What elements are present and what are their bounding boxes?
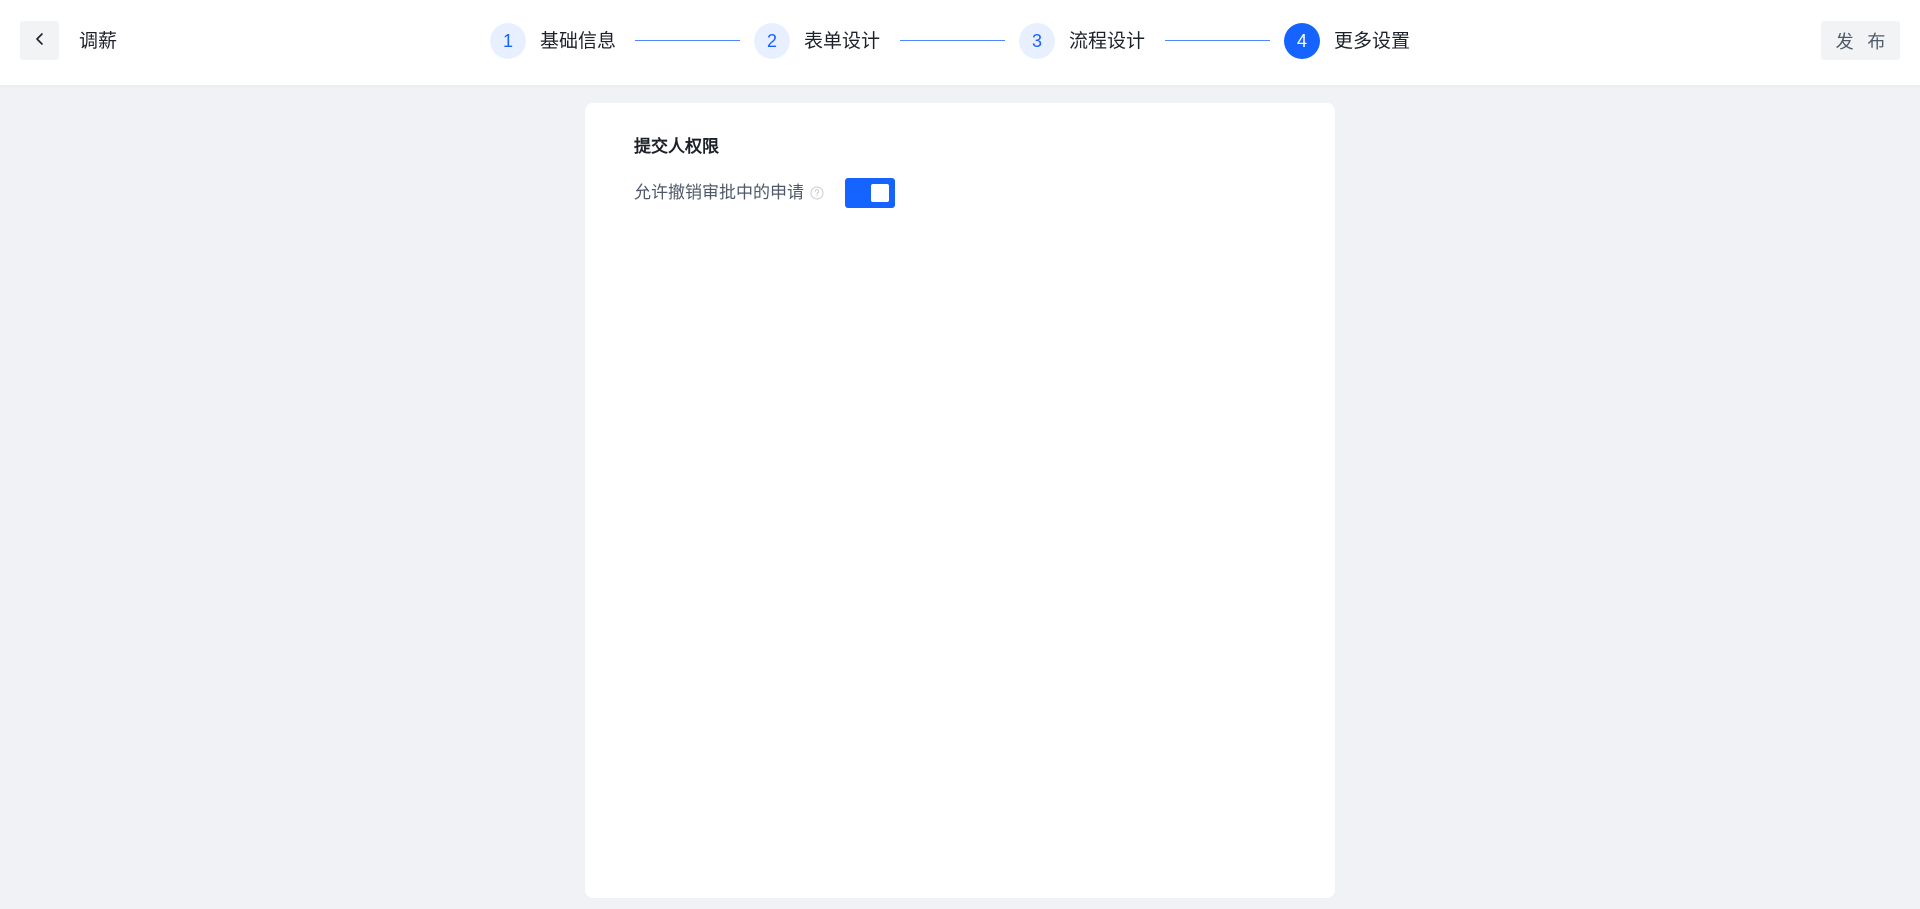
step-1-label[interactable]: 基础信息: [540, 28, 616, 54]
step-3-label[interactable]: 流程设计: [1069, 28, 1145, 54]
step-connector: [635, 40, 740, 41]
step-1-number[interactable]: 1: [490, 23, 526, 59]
settings-card: 提交人权限 允许撤销审批中的申请: [585, 103, 1335, 898]
toggle-knob: [871, 184, 889, 202]
step-4-label[interactable]: 更多设置: [1334, 28, 1410, 54]
allow-revoke-toggle[interactable]: [845, 178, 895, 208]
section-title: 提交人权限: [634, 137, 719, 157]
question-circle-icon[interactable]: [810, 186, 824, 200]
step-3-number[interactable]: 3: [1019, 23, 1055, 59]
step-2-number[interactable]: 2: [754, 23, 790, 59]
publish-button[interactable]: 发 布: [1821, 21, 1900, 60]
step-connector: [1165, 40, 1270, 41]
setting-label: 允许撤销审批中的申请: [634, 183, 804, 203]
step-connector: [900, 40, 1005, 41]
step-4-number[interactable]: 4: [1284, 23, 1320, 59]
step-2-label[interactable]: 表单设计: [804, 28, 880, 54]
step-progress: 1 基础信息 2 表单设计 3 流程设计 4 更多设置: [0, 0, 1920, 85]
top-header: 调薪 1 基础信息 2 表单设计 3 流程设计 4 更多设置 发 布: [0, 0, 1920, 85]
setting-row-allow-revoke: 允许撤销审批中的申请: [634, 178, 895, 208]
